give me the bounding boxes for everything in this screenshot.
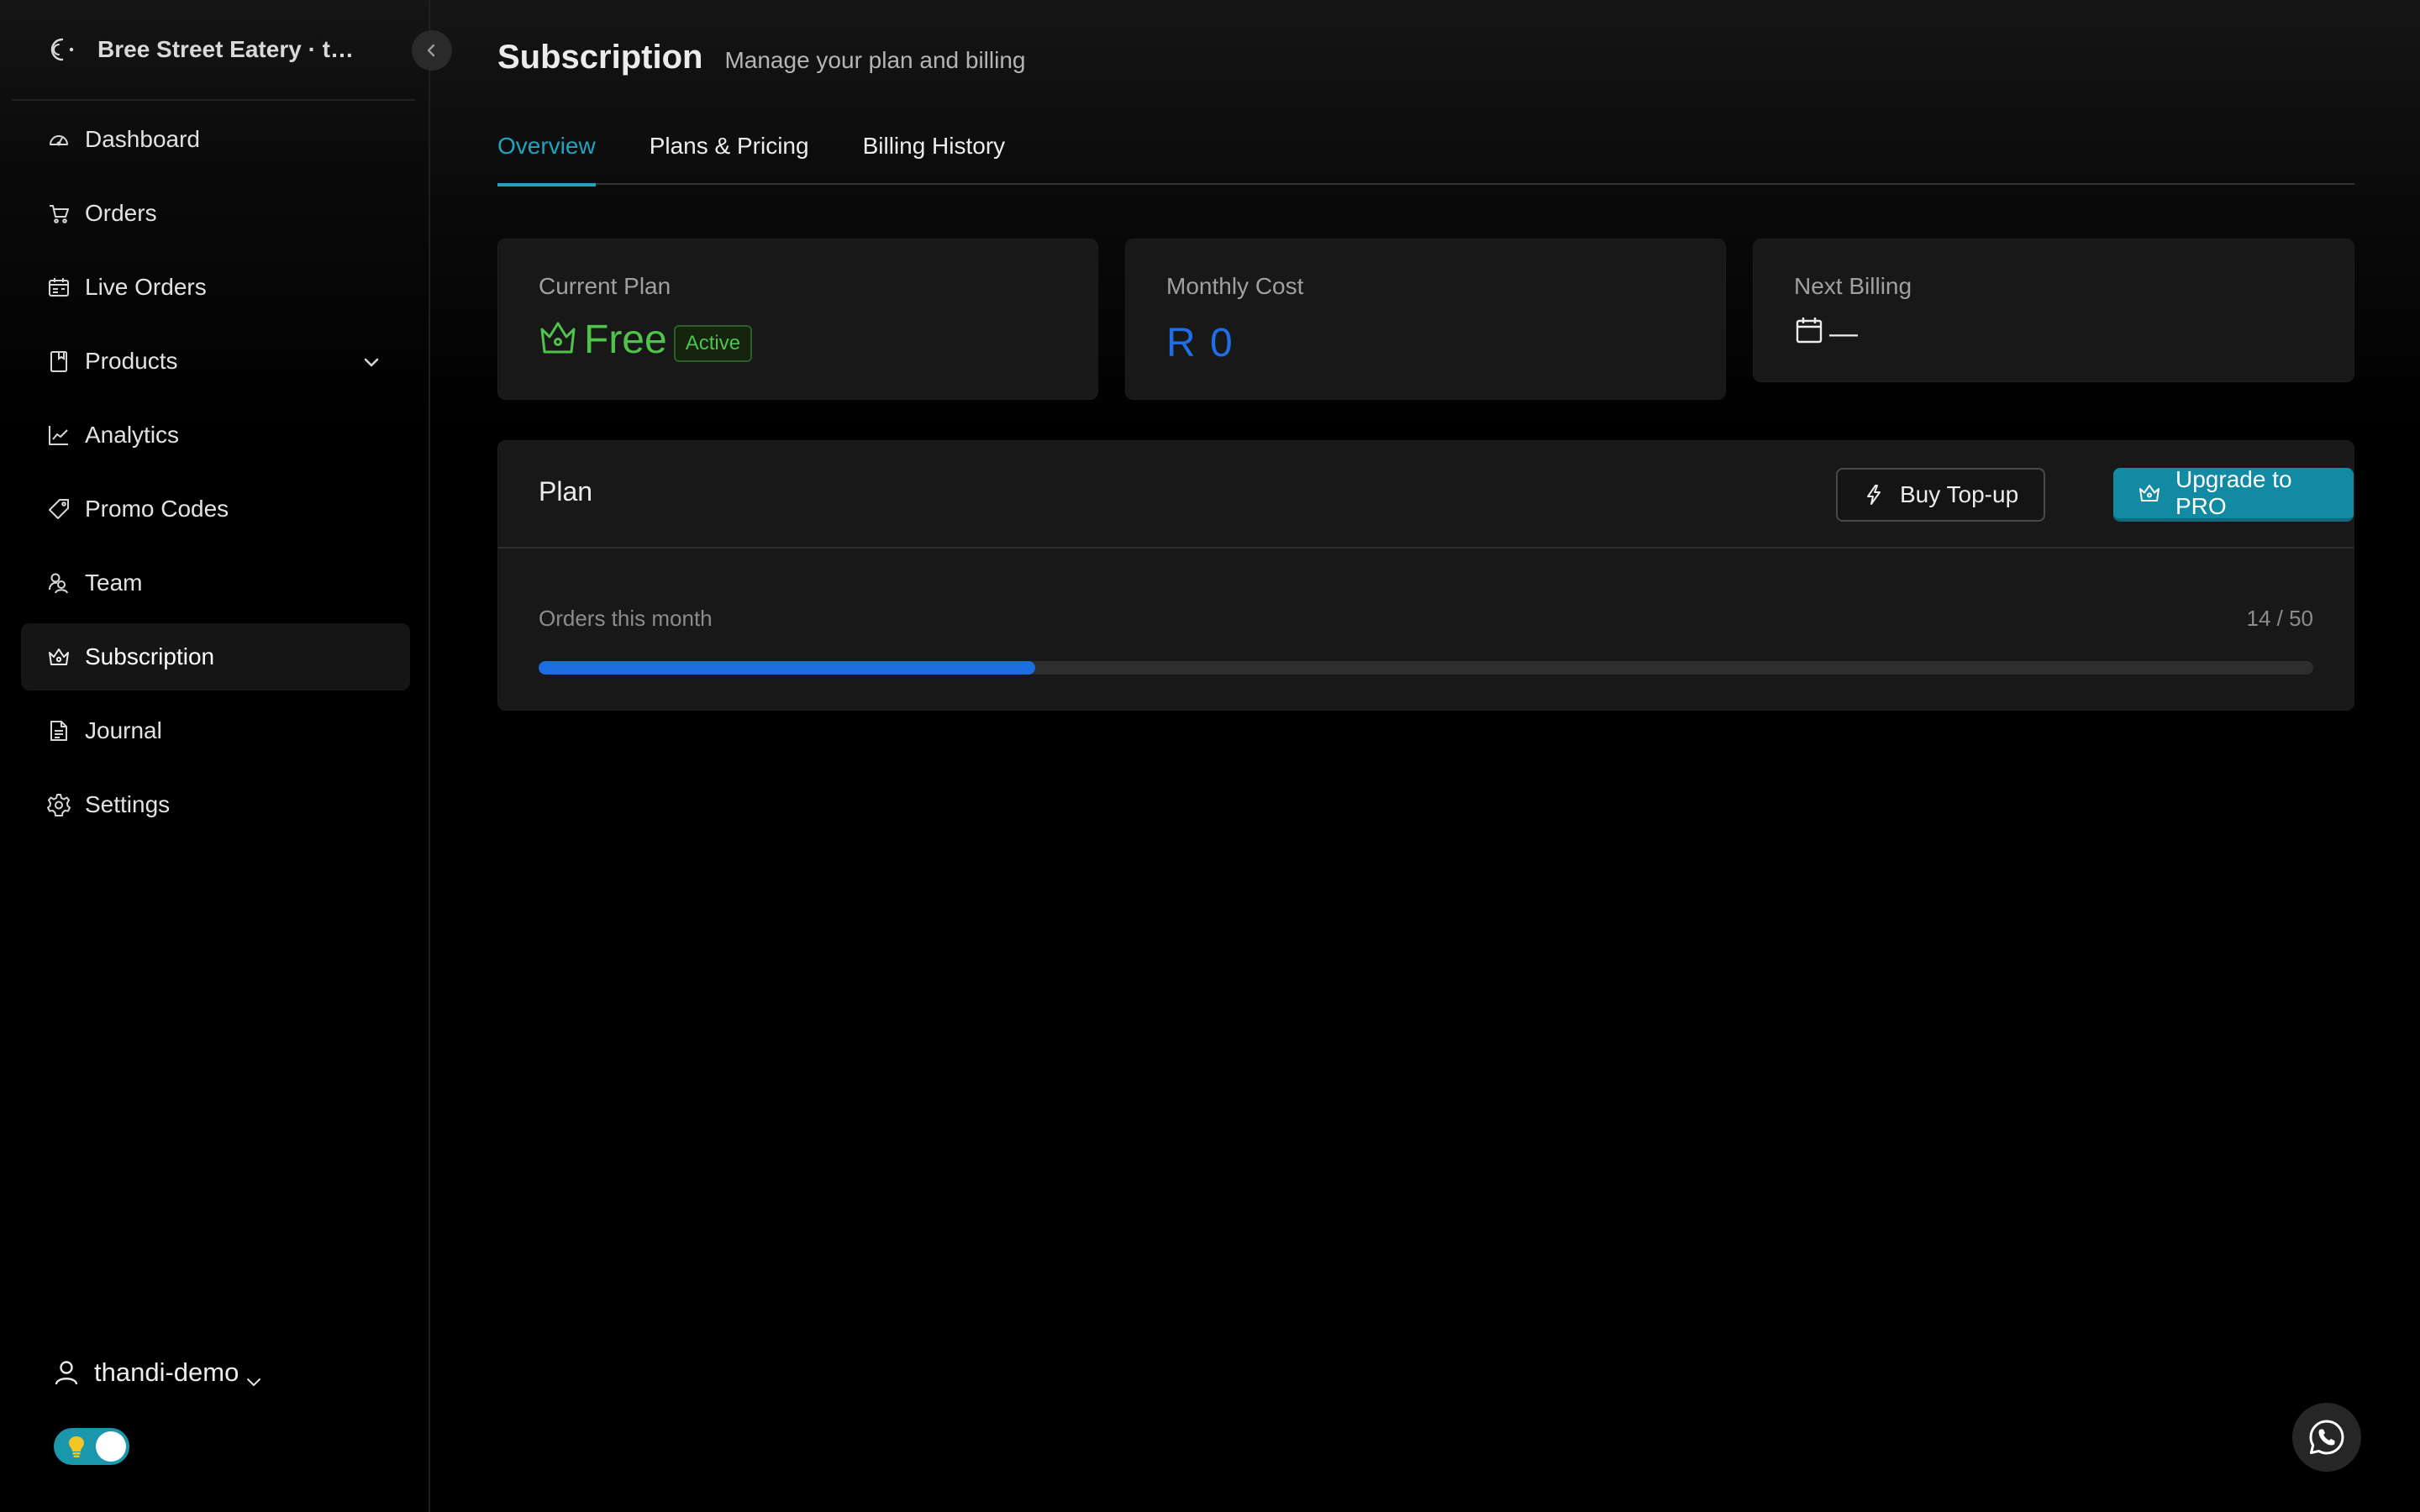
tab-plans-pricing[interactable]: Plans & Pricing — [650, 126, 809, 185]
current-plan-card: Current Plan Free Active — [497, 239, 1098, 400]
plan-card: Plan Buy Top-up Upgrade to PRO Orders th… — [497, 440, 2354, 711]
sidebar-item-label: Subscription — [85, 643, 215, 669]
toggle-knob — [96, 1431, 126, 1462]
monthly-cost-value: R 0 — [1166, 321, 1234, 365]
sidebar-item-dashboard[interactable]: Dashboard — [21, 106, 410, 173]
user-icon — [52, 1358, 81, 1387]
sidebar-item-label: Team — [85, 570, 143, 596]
buy-topup-button[interactable]: Buy Top-up — [1836, 468, 2046, 522]
monthly-cost-card: Monthly Cost R 0 — [1125, 239, 1726, 400]
sidebar-item-team[interactable]: Team — [21, 549, 410, 617]
chevron-down-icon — [245, 1367, 262, 1387]
sidebar-item-label: Journal — [85, 717, 162, 743]
app-root: Bree Street Eatery · thandi-demo Dashboa… — [0, 0, 2420, 1512]
crown-icon — [539, 318, 577, 361]
plan-card-header: Plan Buy Top-up Upgrade to PRO — [498, 441, 2354, 549]
sidebar-item-label: Dashboard — [85, 126, 200, 152]
crown-icon — [2139, 482, 2160, 504]
sidebar-item-analytics[interactable]: Analytics — [21, 402, 410, 469]
tab-bar: Overview Plans & Pricing Billing History — [497, 126, 2354, 186]
lightbulb-icon — [67, 1435, 86, 1458]
brand-name: Bree Street Eatery · thandi-demo — [97, 36, 368, 62]
status-badge: Active — [673, 324, 753, 362]
theme-toggle[interactable] — [54, 1428, 129, 1465]
next-billing-date: — — [1829, 318, 1858, 349]
sidebar-item-products[interactable]: Products — [21, 328, 410, 395]
user-menu[interactable]: thandi-demo — [52, 1352, 262, 1393]
chart-line-icon — [46, 423, 71, 448]
tab-overview[interactable]: Overview — [497, 126, 596, 186]
dashboard-icon — [46, 127, 71, 152]
current-plan-value: Free Active — [539, 317, 753, 363]
whatsapp-icon — [2309, 1420, 2344, 1455]
sidebar-item-label: Orders — [85, 200, 157, 226]
next-billing-label: Next Billing — [1794, 273, 1912, 299]
live-orders-icon — [46, 275, 71, 300]
gear-icon — [46, 792, 71, 817]
user-name: thandi-demo — [94, 1357, 239, 1387]
buy-topup-label: Buy Top-up — [1900, 481, 2019, 507]
whatsapp-chat-button[interactable] — [2292, 1403, 2361, 1472]
usage-count: 14 / 50 — [2246, 606, 2313, 631]
monthly-cost-label: Monthly Cost — [1166, 273, 1304, 299]
sidebar-item-orders[interactable]: Orders — [21, 180, 410, 247]
page-subtitle: Manage your plan and billing — [724, 47, 1026, 73]
sidebar: Bree Street Eatery · thandi-demo Dashboa… — [0, 0, 430, 1512]
crown-icon — [46, 644, 71, 669]
sidebar-nav: Dashboard Orders Live Orders Products An… — [21, 106, 410, 845]
sidebar-item-label: Products — [85, 348, 178, 374]
sidebar-item-promo-codes[interactable]: Promo Codes — [21, 475, 410, 543]
usage-progress-fill — [539, 661, 1036, 675]
collapse-sidebar-button[interactable] — [412, 30, 452, 71]
team-icon — [46, 570, 71, 596]
sidebar-item-settings[interactable]: Settings — [21, 771, 410, 838]
next-billing-value: — — [1794, 315, 1858, 353]
calendar-icon — [1794, 315, 1824, 353]
book-icon — [46, 349, 71, 374]
upgrade-pro-label: Upgrade to PRO — [2175, 466, 2292, 519]
chevron-left-icon — [427, 44, 435, 57]
next-billing-card: Next Billing — — [1753, 239, 2354, 382]
cart-icon — [46, 201, 71, 226]
sidebar-item-label: Analytics — [85, 422, 180, 448]
plan-card-title: Plan — [539, 476, 593, 507]
current-plan-label: Current Plan — [539, 273, 671, 299]
usage-progress-bar — [539, 661, 2313, 675]
sidebar-item-label: Promo Codes — [85, 496, 229, 522]
brand-logo-icon — [42, 31, 79, 68]
tab-billing-history[interactable]: Billing History — [863, 126, 1006, 185]
brand-header[interactable]: Bree Street Eatery · thandi-demo — [12, 0, 415, 101]
plan-name: Free — [584, 318, 667, 362]
chevron-down-icon[interactable] — [361, 351, 381, 371]
sidebar-item-journal[interactable]: Journal — [21, 697, 410, 764]
sidebar-item-live-orders[interactable]: Live Orders — [21, 254, 410, 321]
document-icon — [46, 718, 71, 743]
page-title: Subscription — [497, 39, 703, 76]
page-header: Subscription Manage your plan and billin… — [497, 39, 1025, 76]
sidebar-item-subscription[interactable]: Subscription — [21, 623, 410, 690]
lightning-icon — [1863, 484, 1885, 506]
sidebar-item-label: Settings — [85, 791, 171, 817]
main-content: Subscription Manage your plan and billin… — [430, 0, 2420, 1512]
sidebar-item-label: Live Orders — [85, 274, 207, 300]
tag-icon — [46, 496, 71, 522]
usage-label: Orders this month — [539, 606, 713, 631]
upgrade-pro-button[interactable]: Upgrade to PRO — [2113, 466, 2354, 522]
